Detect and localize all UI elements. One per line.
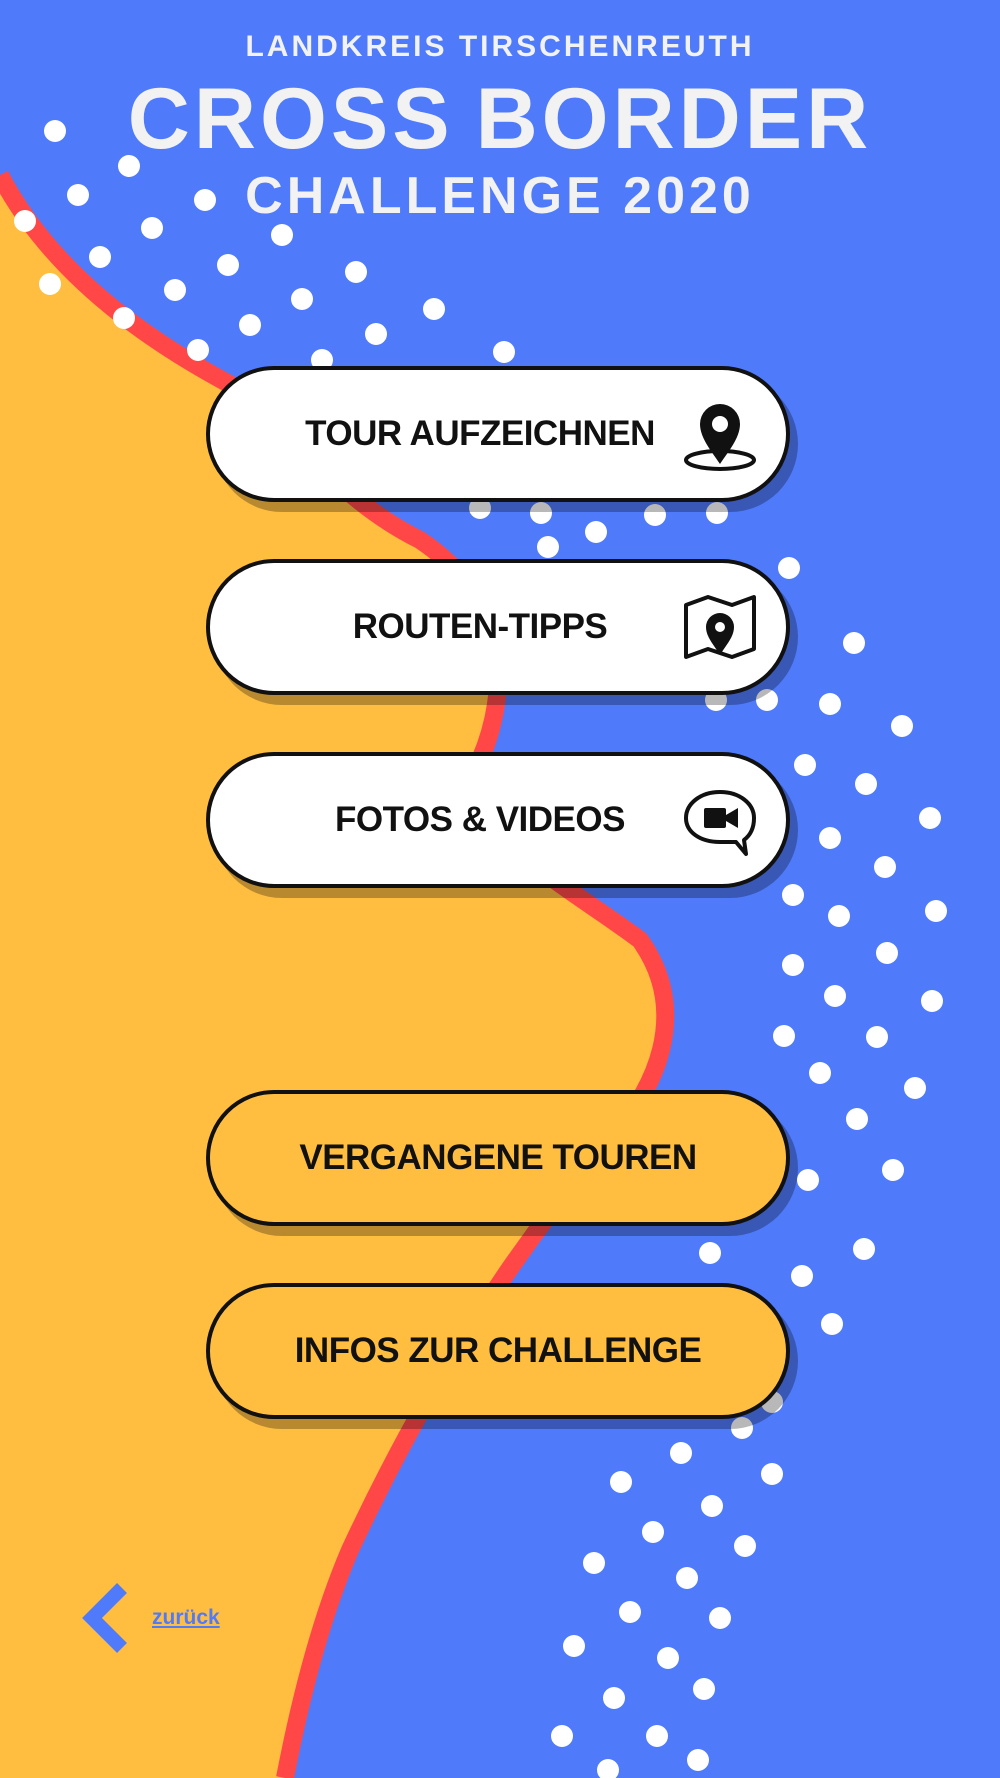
past-tours-label: VERGANGENE TOUREN	[299, 1138, 697, 1177]
decorative-dot	[687, 1749, 709, 1771]
back-label: zurück	[152, 1606, 220, 1629]
decorative-dot	[706, 502, 728, 524]
decorative-dot	[794, 754, 816, 776]
decorative-dot	[734, 1535, 756, 1557]
brand-word-border: BORDER	[475, 71, 873, 167]
decorative-dot	[756, 689, 778, 711]
route-tips-button[interactable]: ROUTEN-TIPPS	[206, 559, 790, 695]
decorative-dot	[217, 254, 239, 276]
map-pin-icon	[682, 398, 758, 474]
decorative-dot	[855, 773, 877, 795]
decorative-dot	[843, 632, 865, 654]
decorative-dot	[797, 1169, 819, 1191]
decorative-dot	[819, 693, 841, 715]
map-location-icon	[682, 591, 758, 667]
decorative-dot	[731, 1417, 753, 1439]
brand-title: CROSS BORDER	[0, 76, 1000, 162]
decorative-dot	[693, 1678, 715, 1700]
decorative-dot	[846, 1108, 868, 1130]
decorative-dot	[530, 502, 552, 524]
decorative-dot	[113, 307, 135, 329]
brand-word-cross: CROSS	[127, 71, 454, 167]
decorative-dot	[919, 807, 941, 829]
decorative-dot	[921, 990, 943, 1012]
event-title: CHALLENGE 2020	[245, 167, 755, 225]
decorative-dot	[670, 1442, 692, 1464]
challenge-info-button[interactable]: INFOS ZUR CHALLENGE	[206, 1283, 790, 1419]
decorative-dot	[709, 1607, 731, 1629]
decorative-dot	[291, 288, 313, 310]
decorative-dot	[603, 1687, 625, 1709]
decorative-dot	[778, 557, 800, 579]
record-tour-label: TOUR AUFZEICHNEN	[305, 414, 655, 453]
decorative-dot	[809, 1062, 831, 1084]
decorative-dot	[537, 536, 559, 558]
decorative-dot	[187, 339, 209, 361]
region-title: LANDKREIS TIRSCHENREUTH	[245, 30, 755, 63]
decorative-dot	[644, 504, 666, 526]
photos-videos-button[interactable]: FOTOS & VIDEOS	[206, 752, 790, 888]
video-chat-icon	[682, 784, 758, 860]
background-illustration	[0, 0, 1000, 1778]
challenge-info-label: INFOS ZUR CHALLENGE	[294, 1331, 702, 1370]
decorative-dot	[819, 827, 841, 849]
decorative-dot	[610, 1471, 632, 1493]
decorative-dot	[164, 279, 186, 301]
decorative-dot	[925, 900, 947, 922]
record-tour-button[interactable]: TOUR AUFZEICHNEN	[206, 366, 790, 502]
decorative-dot	[773, 1025, 795, 1047]
chevron-left-icon	[82, 1582, 130, 1654]
decorative-dot	[271, 224, 293, 246]
decorative-dot	[782, 954, 804, 976]
decorative-dot	[904, 1077, 926, 1099]
decorative-dot	[701, 1495, 723, 1517]
decorative-dot	[345, 261, 367, 283]
decorative-dot	[821, 1313, 843, 1335]
decorative-dot	[828, 905, 850, 927]
photos-videos-label: FOTOS & VIDEOS	[335, 800, 625, 839]
decorative-dot	[646, 1725, 668, 1747]
decorative-dot	[782, 884, 804, 906]
decorative-dot	[657, 1647, 679, 1669]
route-tips-label: ROUTEN-TIPPS	[352, 607, 608, 646]
decorative-dot	[699, 1242, 721, 1264]
decorative-dot	[563, 1635, 585, 1657]
decorative-dot	[365, 323, 387, 345]
decorative-dot	[39, 273, 61, 295]
decorative-dot	[676, 1567, 698, 1589]
decorative-dot	[583, 1552, 605, 1574]
decorative-dot	[89, 246, 111, 268]
decorative-dot	[551, 1725, 573, 1747]
decorative-dot	[874, 856, 896, 878]
decorative-dot	[866, 1026, 888, 1048]
decorative-dot	[239, 314, 261, 336]
decorative-dot	[642, 1521, 664, 1543]
decorative-dot	[876, 942, 898, 964]
decorative-dot	[493, 341, 515, 363]
decorative-dot	[791, 1265, 813, 1287]
decorative-dot	[761, 1463, 783, 1485]
decorative-dot	[585, 521, 607, 543]
decorative-dot	[882, 1159, 904, 1181]
decorative-dot	[619, 1601, 641, 1623]
decorative-dot	[853, 1238, 875, 1260]
decorative-dot	[824, 985, 846, 1007]
back-link[interactable]: zurück	[82, 1582, 220, 1654]
past-tours-button[interactable]: VERGANGENE TOUREN	[206, 1090, 790, 1226]
decorative-dot	[423, 298, 445, 320]
decorative-dot	[891, 715, 913, 737]
